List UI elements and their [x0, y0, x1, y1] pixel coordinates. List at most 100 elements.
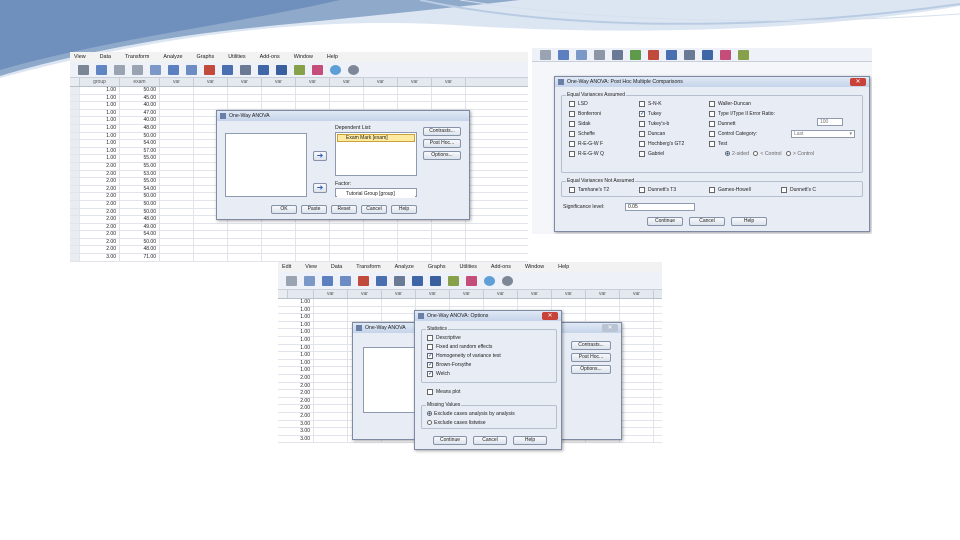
table-cell[interactable] — [620, 336, 654, 344]
menu-item-view[interactable]: View — [74, 54, 86, 60]
variable-source-list[interactable] — [363, 347, 417, 413]
dialog-recall-icon[interactable] — [96, 64, 107, 75]
table-cell[interactable] — [194, 238, 228, 246]
table-cell[interactable] — [160, 147, 194, 155]
posthoc-checkbox-control-category[interactable]: Control Category: — [709, 131, 757, 137]
table-cell[interactable] — [484, 299, 518, 306]
help-button[interactable]: Help — [391, 205, 417, 214]
exclude-analysis-radio[interactable]: Exclude cases analysis by analysis — [427, 411, 515, 417]
table-cell[interactable] — [314, 390, 348, 397]
statistics-checkbox-welch[interactable]: ✓ Welch — [427, 371, 450, 377]
table-cell[interactable]: 2.00 — [80, 200, 120, 208]
table-cell[interactable] — [296, 231, 330, 238]
table-cell[interactable] — [348, 299, 382, 306]
insert-case-icon[interactable] — [204, 64, 215, 75]
weight-cases-icon[interactable] — [258, 64, 269, 75]
menu-item-transform[interactable]: Transform — [356, 264, 380, 270]
table-cell[interactable] — [228, 246, 262, 254]
close-icon[interactable]: ✕ — [602, 324, 618, 332]
variable-source-list[interactable] — [225, 133, 307, 197]
table-cell[interactable] — [296, 238, 330, 246]
column-header-exam[interactable]: exam — [120, 78, 160, 86]
statistics-checkbox-descriptive[interactable]: Descriptive — [427, 335, 461, 341]
table-cell[interactable] — [432, 94, 466, 102]
menu-item-data[interactable]: Data — [100, 54, 111, 60]
table-cell[interactable] — [194, 231, 228, 238]
table-cell[interactable] — [160, 132, 194, 140]
table-cell[interactable]: 2.00 — [278, 390, 314, 397]
posthoc-checkbox-bonferroni[interactable]: Bonferroni — [569, 111, 601, 117]
significance-level-input[interactable]: 0.05 — [625, 203, 695, 211]
dependent-list-item[interactable]: Exam Mark [exam] — [337, 134, 415, 142]
table-cell[interactable]: 3.00 — [278, 435, 314, 443]
row-number[interactable] — [70, 216, 80, 223]
table-cell[interactable] — [432, 102, 466, 109]
table-cell[interactable]: 54.00 — [120, 185, 160, 193]
cancel-button[interactable]: Cancel — [361, 205, 387, 214]
table-cell[interactable] — [296, 87, 330, 94]
menu-item-addons[interactable]: Add-ons — [491, 264, 511, 270]
split-file-icon[interactable] — [648, 49, 659, 60]
table-cell[interactable] — [314, 367, 348, 374]
move-to-factor-button[interactable]: ➜ — [313, 183, 327, 193]
table-cell[interactable]: 2.00 — [80, 231, 120, 238]
contrasts-button[interactable]: Contrasts... — [423, 127, 461, 136]
table-cell[interactable] — [160, 200, 194, 208]
value-labels-icon[interactable] — [294, 64, 305, 75]
redo-icon[interactable] — [286, 275, 297, 286]
table-cell[interactable] — [160, 246, 194, 254]
statistics-checkbox-fixed-and-random-effects[interactable]: Fixed and random effects — [427, 344, 492, 350]
menu-item-graphs[interactable]: Graphs — [197, 54, 215, 60]
table-cell[interactable]: 2.00 — [80, 185, 120, 193]
table-cell[interactable] — [620, 397, 654, 405]
table-cell[interactable] — [364, 231, 398, 238]
row-number[interactable] — [70, 193, 80, 200]
table-cell[interactable]: 50.00 — [120, 132, 160, 140]
table-cell[interactable]: 3.00 — [80, 254, 120, 261]
table-cell[interactable] — [620, 359, 654, 367]
table-cell[interactable]: 1.00 — [278, 314, 314, 321]
table-cell[interactable] — [262, 238, 296, 246]
menu-item-help[interactable]: Help — [327, 54, 338, 60]
table-cell[interactable] — [296, 223, 330, 231]
table-cell[interactable] — [314, 420, 348, 428]
sets-icon[interactable] — [466, 275, 477, 286]
table-cell[interactable]: 49.00 — [120, 223, 160, 231]
table-cell[interactable] — [552, 299, 586, 306]
menu-item-help[interactable]: Help — [558, 264, 569, 270]
table-cell[interactable]: 1.00 — [80, 109, 120, 117]
table-cell[interactable]: 1.00 — [80, 124, 120, 132]
table-cell[interactable] — [314, 336, 348, 344]
table-cell[interactable] — [586, 314, 620, 321]
insert-variable-icon[interactable] — [630, 49, 641, 60]
row-number[interactable] — [70, 124, 80, 132]
column-header-var[interactable]: var — [398, 78, 432, 86]
table-cell[interactable] — [160, 155, 194, 162]
table-cell[interactable] — [228, 238, 262, 246]
column-header-var[interactable]: var — [586, 290, 620, 298]
row-number[interactable] — [70, 117, 80, 124]
table-cell[interactable]: 48.00 — [120, 216, 160, 223]
sets-icon[interactable] — [720, 49, 731, 60]
table-cell[interactable] — [314, 344, 348, 352]
menu-item-utilities[interactable]: Utilities — [228, 54, 245, 60]
weight-cases-icon[interactable] — [666, 49, 677, 60]
split-file-icon[interactable] — [394, 275, 405, 286]
table-cell[interactable] — [160, 185, 194, 193]
table-cell[interactable] — [620, 405, 654, 412]
table-cell[interactable] — [160, 231, 194, 238]
post-hoc-button[interactable]: Post Hoc... — [423, 139, 461, 148]
table-cell[interactable] — [228, 223, 262, 231]
table-cell[interactable] — [620, 321, 654, 329]
less-control-radio[interactable] — [753, 151, 759, 157]
cancel-button[interactable]: Cancel — [689, 217, 725, 226]
table-cell[interactable] — [314, 428, 348, 435]
table-cell[interactable]: 40.00 — [120, 102, 160, 109]
table-cell[interactable]: 1.00 — [278, 352, 314, 359]
posthoc-checkbox-dunnett[interactable]: Dunnett — [709, 121, 736, 127]
value-labels-icon[interactable] — [448, 275, 459, 286]
table-cell[interactable]: 50.00 — [120, 200, 160, 208]
table-cell[interactable] — [262, 102, 296, 109]
table-cell[interactable] — [364, 223, 398, 231]
table-cell[interactable] — [432, 231, 466, 238]
